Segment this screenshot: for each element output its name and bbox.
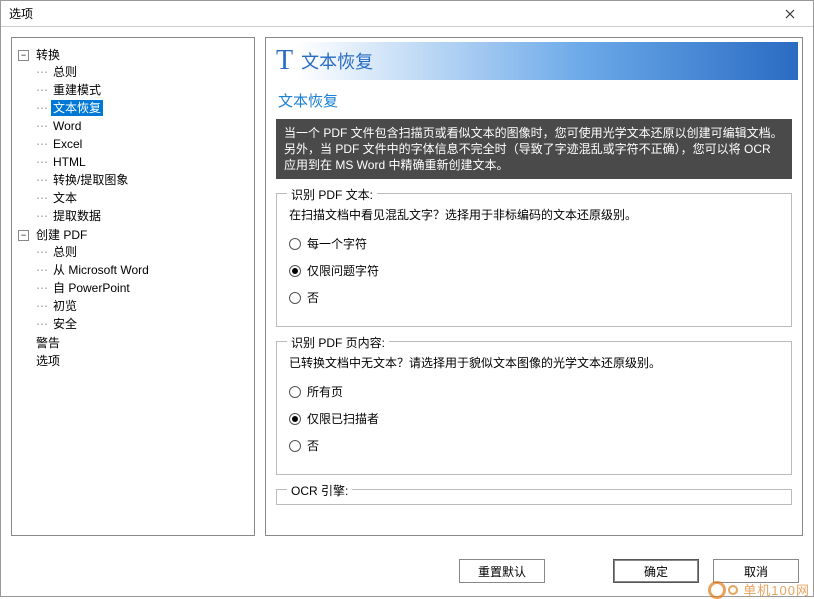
group-ocr-engine: OCR 引擎: [276, 489, 792, 505]
tree-item-label: 提取数据 [51, 208, 103, 224]
radio-no[interactable]: 否 [289, 289, 779, 306]
radio-label: 每一个字符 [307, 235, 367, 252]
close-icon [785, 9, 795, 19]
tree-connector-icon: ⋯ [36, 154, 47, 170]
tree-node-convert[interactable]: − 转换 [18, 47, 250, 63]
tree-item-label: 转换/提取图象 [51, 172, 130, 188]
tree-item-rebuild[interactable]: ⋯重建模式 [36, 82, 250, 98]
window-title: 选项 [9, 5, 775, 22]
titlebar: 选项 [1, 1, 813, 27]
group-legend: OCR 引擎: [287, 482, 352, 499]
radio-no2[interactable]: 否 [289, 437, 779, 454]
tree-connector-icon: ⋯ [36, 82, 47, 98]
tree-item-text[interactable]: ⋯文本 [36, 190, 250, 206]
text-icon: T [276, 45, 293, 77]
collapse-icon[interactable]: − [18, 50, 29, 61]
tree-item-label: HTML [51, 154, 88, 170]
tree-node-createpdf[interactable]: − 创建 PDF [18, 227, 250, 243]
tree-item-general[interactable]: ⋯总则 [36, 64, 250, 80]
tree-connector-icon: ⋯ [36, 118, 47, 134]
radio-label: 所有页 [307, 383, 343, 400]
radio-icon [289, 265, 301, 277]
tree-item-label: 重建模式 [51, 82, 103, 98]
tree-item-label: 文本 [51, 190, 79, 206]
category-tree: − 转换 ⋯总则⋯重建模式⋯文本恢复⋯Word⋯Excel⋯HTML⋯转换/提取… [16, 46, 250, 370]
tree-node-options[interactable]: 选项 [18, 353, 250, 369]
tree-item-fromword[interactable]: ⋯从 Microsoft Word [36, 262, 250, 278]
radio-icon [289, 440, 301, 452]
tree-item-label: Word [51, 118, 83, 134]
tree-connector-icon: ⋯ [36, 208, 47, 224]
tree-item-extractimg[interactable]: ⋯转换/提取图象 [36, 172, 250, 188]
group-prompt: 已转换文档中无文本？请选择用于貌似文本图像的光学文本还原级别。 [289, 354, 779, 371]
tree-connector-icon: ⋯ [36, 172, 47, 188]
radio-allpages[interactable]: 所有页 [289, 383, 779, 400]
group-recognize-pages: 识别 PDF 页内容: 已转换文档中无文本？请选择用于貌似文本图像的光学文本还原… [276, 341, 792, 475]
tree-connector-icon: ⋯ [36, 100, 47, 116]
pane-header: T 文本恢复 [270, 42, 798, 80]
tree-connector-icon: ⋯ [36, 244, 47, 260]
tree-connector-icon: ⋯ [36, 190, 47, 206]
tree-item-label: 安全 [51, 316, 79, 332]
ok-button[interactable]: 确定 [613, 559, 699, 583]
tree-item-security[interactable]: ⋯安全 [36, 316, 250, 332]
collapse-icon[interactable]: − [18, 230, 29, 241]
tree-connector-icon: ⋯ [36, 298, 47, 314]
radio-icon [289, 386, 301, 398]
radio-scannedonly[interactable]: 仅限已扫描者 [289, 410, 779, 427]
tree-connector-icon: ⋯ [36, 136, 47, 152]
radio-label: 否 [307, 289, 319, 306]
settings-pane: T 文本恢复 文本恢复 当一个 PDF 文件包含扫描页或看似文本的图像时，您可使… [265, 37, 803, 536]
tree-item-preview[interactable]: ⋯初览 [36, 298, 250, 314]
reset-defaults-button[interactable]: 重置默认 [459, 559, 545, 583]
category-tree-panel: − 转换 ⋯总则⋯重建模式⋯文本恢复⋯Word⋯Excel⋯HTML⋯转换/提取… [11, 37, 255, 536]
dialog-footer: 重置默认 确定 取消 [1, 546, 813, 596]
tree-node-warn[interactable]: 警告 [18, 335, 250, 351]
pane-header-title: 文本恢复 [301, 48, 373, 74]
tree-item-html[interactable]: ⋯HTML [36, 154, 250, 170]
tree-item-label: 总则 [51, 244, 79, 260]
radio-everychar[interactable]: 每一个字符 [289, 235, 779, 252]
group-recognize-text: 识别 PDF 文本: 在扫描文档中看见混乱文字？选择用于非标编码的文本还原级别。… [276, 193, 792, 327]
radio-icon [289, 292, 301, 304]
group-legend: 识别 PDF 文本: [287, 186, 377, 203]
radio-problemonly[interactable]: 仅限问题字符 [289, 262, 779, 279]
tree-connector-icon: ⋯ [36, 280, 47, 296]
tree-connector-icon: ⋯ [36, 262, 47, 278]
tree-item-general2[interactable]: ⋯总则 [36, 244, 250, 260]
radio-label: 否 [307, 437, 319, 454]
group-prompt: 在扫描文档中看见混乱文字？选择用于非标编码的文本还原级别。 [289, 206, 779, 223]
tree-item-excel[interactable]: ⋯Excel [36, 136, 250, 152]
radio-label: 仅限已扫描者 [307, 410, 379, 427]
tree-item-label: 自 PowerPoint [51, 280, 132, 296]
tree-item-textrecovery[interactable]: ⋯文本恢复 [36, 100, 250, 116]
pane-description: 当一个 PDF 文件包含扫描页或看似文本的图像时，您可使用光学文本还原以创建可编… [276, 119, 792, 179]
cancel-button[interactable]: 取消 [713, 559, 799, 583]
close-button[interactable] [775, 3, 805, 25]
tree-item-label: 初览 [51, 298, 79, 314]
tree-item-extractdata[interactable]: ⋯提取数据 [36, 208, 250, 224]
tree-item-label: 从 Microsoft Word [51, 262, 151, 278]
tree-item-label: 总则 [51, 64, 79, 80]
pane-subtitle: 文本恢复 [278, 90, 790, 111]
group-legend: 识别 PDF 页内容: [287, 334, 389, 351]
radio-label: 仅限问题字符 [307, 262, 379, 279]
tree-item-label: 文本恢复 [51, 100, 103, 116]
tree-item-word[interactable]: ⋯Word [36, 118, 250, 134]
options-dialog: 选项 − 转换 ⋯总则⋯重建模式⋯文本恢复⋯Word⋯Excel⋯HTML⋯转换… [0, 0, 814, 597]
tree-connector-icon: ⋯ [36, 316, 47, 332]
tree-item-label: Excel [51, 136, 84, 152]
radio-icon [289, 238, 301, 250]
tree-item-frompp[interactable]: ⋯自 PowerPoint [36, 280, 250, 296]
dialog-body: − 转换 ⋯总则⋯重建模式⋯文本恢复⋯Word⋯Excel⋯HTML⋯转换/提取… [1, 27, 813, 546]
tree-connector-icon: ⋯ [36, 64, 47, 80]
radio-icon [289, 413, 301, 425]
